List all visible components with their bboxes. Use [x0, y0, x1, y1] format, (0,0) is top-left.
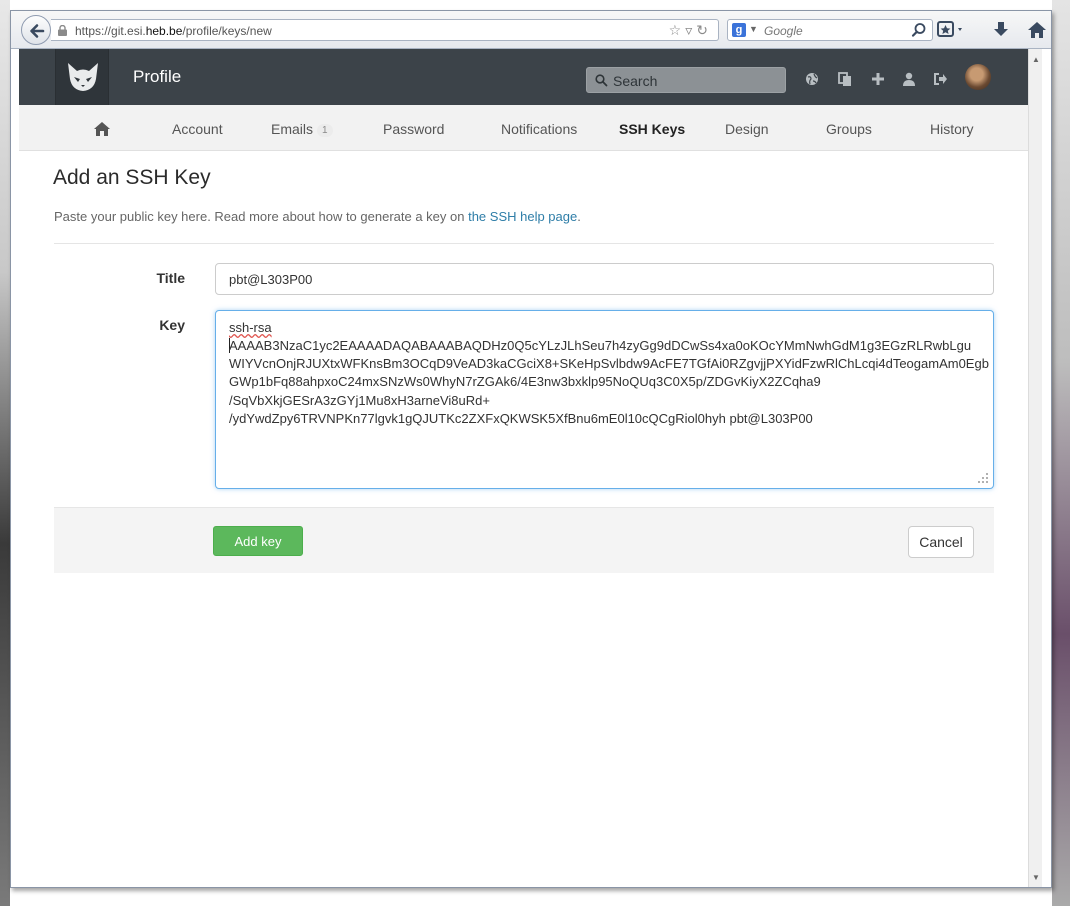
tab-account[interactable]: Account [172, 121, 223, 137]
key-label: Key [159, 317, 185, 333]
key-line: GWp1bFq88ahpxoC24mxSNzWs0WhyN7rZGAk6/4E3… [229, 374, 821, 389]
reload-icon[interactable]: ↻ [696, 22, 712, 38]
title-label: Title [156, 270, 185, 286]
bookmark-star-icon[interactable]: ☆ [669, 22, 686, 38]
key-line: /SqVbXkjGESrA3zGYj1Mu8xH3arneVi8uRd+ [229, 393, 490, 408]
back-arrow-icon [30, 24, 45, 38]
vertical-scrollbar[interactable]: ▲ ▼ [1028, 49, 1042, 887]
add-key-button[interactable]: Add key [213, 526, 303, 556]
home-icon[interactable] [93, 121, 111, 137]
url-bar-icons: ☆▿↻ [669, 22, 712, 39]
page-description-end: . [577, 209, 581, 224]
tab-emails[interactable]: Emails 1 [271, 121, 333, 137]
tab-history[interactable]: History [930, 121, 974, 137]
chevron-down-icon[interactable]: ▼ [749, 24, 758, 34]
avatar[interactable] [965, 64, 991, 90]
download-icon[interactable] [992, 20, 1010, 40]
key-line: /ydYwdZpy6TRVNPKn77lgvk1gQJUTKc2ZXFxQKWS… [229, 411, 813, 426]
tab-notifications[interactable]: Notifications [501, 121, 577, 137]
tab-emails-label: Emails [271, 121, 314, 137]
scroll-down-icon[interactable]: ▼ [1032, 873, 1040, 882]
tab-ssh-keys[interactable]: SSH Keys [619, 121, 685, 137]
desktop-left-edge [0, 0, 10, 906]
ssh-help-link[interactable]: the SSH help page [468, 209, 577, 224]
profile-tabs: Account Emails 1 Password Notifications S… [19, 105, 1037, 151]
tab-design[interactable]: Design [725, 121, 769, 137]
browser-search-bar[interactable]: g ▼ Google [727, 19, 933, 41]
url-path: /profile/keys/new [182, 24, 272, 38]
app-header: Profile Search [19, 49, 1037, 105]
page-description: Paste your public key here. Read more ab… [54, 209, 581, 224]
key-line: ssh-rsa [229, 320, 272, 335]
history-dropdown-icon[interactable]: ▿ [685, 22, 696, 38]
user-icon[interactable] [902, 72, 916, 86]
scroll-up-icon[interactable]: ▲ [1032, 55, 1040, 64]
browser-toolbar: https://git.esi.heb.be/profile/keys/new … [11, 11, 1051, 49]
key-textarea[interactable]: ssh-rsa AAAAB3NzaC1yc2EAAAADAQABAAABAQDH… [215, 310, 994, 489]
page-title: Add an SSH Key [53, 166, 211, 189]
address-bar[interactable]: https://git.esi.heb.be/profile/keys/new … [51, 19, 719, 41]
key-line: WIYVcnOnjRJUXtxWFKnsBm3OCqD9VeAD3kaCGciX… [229, 356, 989, 371]
key-line: AAAAB3NzaC1yc2EAAAADAQABAAABAQDHz0Q5cYLz… [229, 338, 972, 353]
page-description-text: Paste your public key here. Read more ab… [54, 209, 469, 224]
url-domain: heb.be [145, 24, 183, 38]
tab-password[interactable]: Password [383, 121, 444, 137]
header-search-placeholder: Search [613, 73, 658, 89]
browser-search-placeholder: Google [764, 24, 803, 38]
copy-icon[interactable] [838, 72, 852, 87]
url-text: https://git.esi.heb.be/profile/keys/new [75, 24, 272, 38]
header-title: Profile [133, 67, 182, 86]
form-actions: Add key Cancel [54, 507, 994, 573]
desktop-right-edge [1052, 0, 1070, 906]
emails-count-badge: 1 [317, 123, 333, 137]
back-button[interactable] [21, 15, 51, 45]
plus-icon[interactable] [871, 72, 885, 86]
gitlab-logo[interactable] [55, 49, 109, 105]
sign-out-icon[interactable] [933, 72, 948, 86]
url-prefix: https://git.esi. [75, 24, 146, 38]
home-icon[interactable] [1027, 20, 1047, 40]
globe-icon[interactable] [805, 72, 819, 86]
tab-groups[interactable]: Groups [826, 121, 872, 137]
header-search-input[interactable]: Search [586, 67, 786, 93]
search-engine-icon[interactable]: g [732, 23, 746, 37]
cat-logo-icon [68, 63, 98, 91]
browser-window: https://git.esi.heb.be/profile/keys/new … [10, 10, 1052, 888]
bookmarks-icon[interactable] [937, 20, 967, 40]
search-icon[interactable] [911, 22, 927, 38]
cancel-button[interactable]: Cancel [908, 526, 974, 558]
title-input[interactable] [215, 263, 994, 295]
search-icon [595, 74, 608, 87]
resize-grip-icon[interactable] [977, 472, 989, 484]
divider [54, 243, 994, 244]
lock-icon [58, 25, 67, 36]
